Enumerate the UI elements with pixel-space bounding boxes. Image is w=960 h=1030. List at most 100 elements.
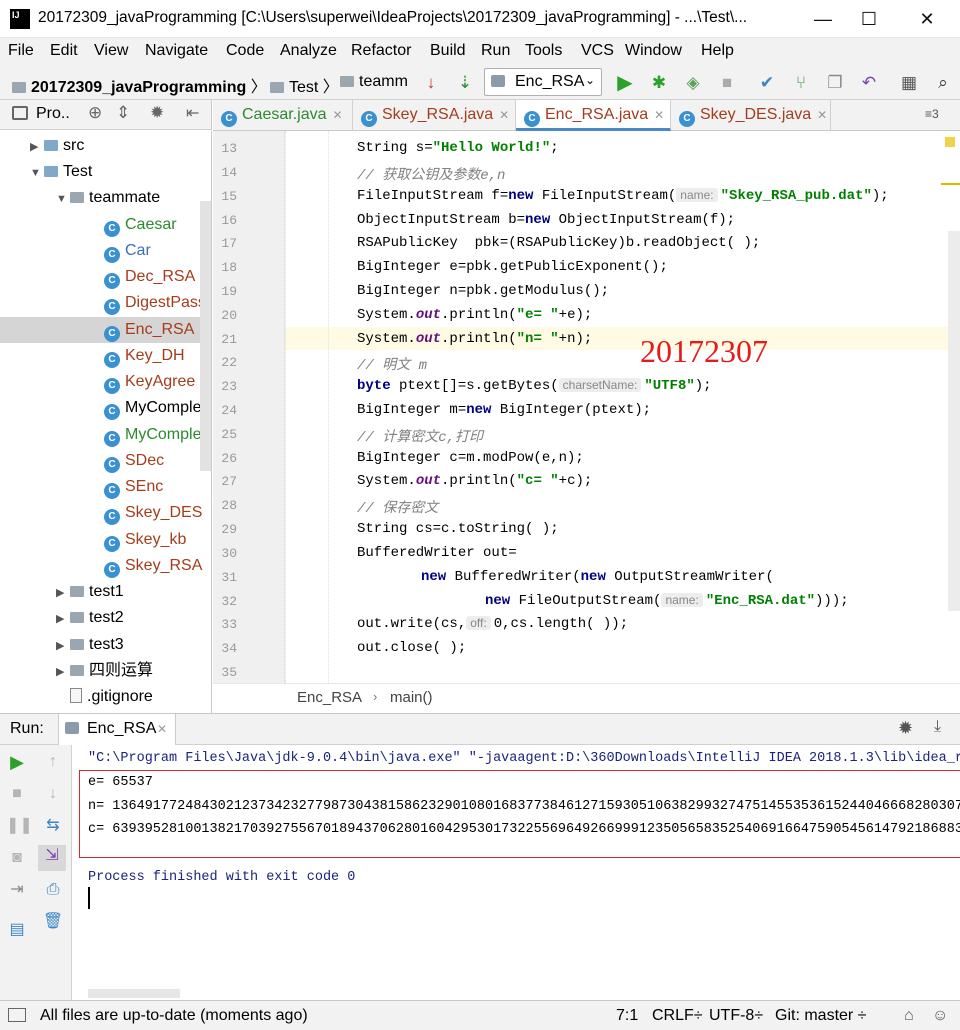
breadcrumb-project[interactable]: 20172309_javaProgramming 〉 [12, 73, 267, 97]
run-tab-enc-rsa[interactable]: Enc_RSA ✕ [58, 714, 176, 745]
tree-item-test2[interactable]: ▶ test2 [56, 605, 124, 631]
coverage-icon[interactable]: ◈ [682, 72, 704, 94]
run-icon[interactable]: ▶ [614, 72, 636, 94]
tree-item-mycomplex-test[interactable]: C MyComplex [104, 422, 209, 448]
menu-build[interactable]: Build [430, 42, 466, 60]
pause-icon[interactable]: ❚❚ [6, 815, 33, 837]
vcs-commit-icon[interactable]: ⑂ [790, 72, 812, 94]
debug-icon[interactable]: ✱ [648, 72, 670, 94]
tree-scrollbar[interactable] [200, 201, 211, 471]
close-button[interactable]: ✕ [904, 0, 950, 38]
vcs-update-icon[interactable]: ✔ [756, 72, 778, 94]
tree-item-skey-kb[interactable]: C Skey_kb [104, 527, 186, 553]
stop-icon[interactable]: ■ [6, 783, 28, 805]
tree-item-test[interactable]: ▼ Test [30, 159, 92, 185]
close-icon[interactable]: ✕ [817, 108, 827, 122]
tree-item-sizeyunsuan[interactable]: ▶ 四则运算 [56, 658, 153, 684]
tree-item-test3[interactable]: ▶ test3 [56, 632, 124, 658]
error-stripe-marker[interactable] [941, 183, 960, 185]
tab-enc-rsa[interactable]: C Enc_RSA.java ✕ [516, 100, 671, 131]
console-scrollbar[interactable] [88, 989, 180, 998]
gear-icon[interactable]: ✹ [898, 718, 913, 739]
collapse-all-icon[interactable]: ⇕ [116, 103, 130, 123]
project-panel-title[interactable]: Pro.. [36, 105, 70, 123]
lock-icon[interactable]: ⌂ [904, 1007, 914, 1025]
close-icon[interactable]: ✕ [499, 108, 509, 122]
tree-item-sdec[interactable]: C SDec [104, 448, 164, 474]
menu-vcs[interactable]: VCS [581, 42, 614, 60]
tab-caesar[interactable]: C Caesar.java ✕ [213, 100, 353, 131]
revert-icon[interactable]: ↶ [858, 72, 880, 94]
menu-window[interactable]: Window [625, 42, 682, 60]
hide-panel-icon[interactable]: ⤓ [934, 718, 941, 736]
run-configuration-select[interactable]: Enc_RSA ⌄ [484, 68, 602, 96]
tree-item-car[interactable]: C Car [104, 238, 151, 264]
download-arrow-icon[interactable]: ↓ [420, 72, 442, 94]
tree-item-enc-rsa[interactable]: C Enc_RSA [0, 317, 200, 343]
menu-tools[interactable]: Tools [525, 42, 562, 60]
print-icon[interactable]: ⎙ [42, 879, 64, 901]
menu-file[interactable]: File [8, 42, 34, 60]
breadcrumb-teammate[interactable]: teamm [340, 73, 408, 91]
scroll-up-icon[interactable]: ↑ [42, 751, 64, 773]
tree-item-gitignore[interactable]: .gitignore [56, 684, 153, 710]
menu-edit[interactable]: Edit [50, 42, 78, 60]
vcs-compare-icon[interactable]: ❐ [824, 72, 846, 94]
warning-stripe-icon[interactable] [945, 137, 955, 147]
menu-run[interactable]: Run [481, 42, 510, 60]
tree-item-test1[interactable]: ▶ test1 [56, 579, 124, 605]
tree-item-dec-rsa[interactable]: C Dec_RSA [104, 264, 195, 290]
close-icon[interactable]: ✕ [654, 108, 664, 122]
breadcrumb-method[interactable]: main() [390, 689, 433, 706]
minimize-button[interactable]: — [800, 0, 846, 38]
caret-position[interactable]: 7:1 [616, 1007, 638, 1025]
locate-icon[interactable]: ⊕ [88, 103, 102, 123]
tree-item-teammate[interactable]: ▼ teammate [56, 185, 160, 211]
tab-skey-rsa[interactable]: C Skey_RSA.java ✕ [353, 100, 516, 131]
tree-item-src[interactable]: ▶ src [30, 133, 84, 159]
hector-icon[interactable]: ☺ [932, 1007, 948, 1025]
menu-help[interactable]: Help [701, 42, 734, 60]
tree-item-mycomplex[interactable]: C MyComplex [104, 395, 209, 421]
tree-item-senc[interactable]: C SEnc [104, 474, 163, 500]
tree-item-keyagree[interactable]: C KeyAgree [104, 369, 195, 395]
maximize-button[interactable]: ☐ [846, 0, 892, 38]
tree-item-caesar[interactable]: C Caesar [104, 212, 177, 238]
tabs-overflow-button[interactable]: ≡3 [925, 107, 939, 121]
menu-view[interactable]: View [94, 42, 128, 60]
code-editor[interactable]: 13 14 15 16 17 18 19 20 21 22 23 24 25 2… [213, 131, 960, 683]
layout-icon[interactable]: ▤ [6, 919, 28, 941]
tree-item-digestpass[interactable]: C DigestPass [104, 290, 206, 316]
breadcrumb-test[interactable]: Test 〉 [270, 73, 339, 97]
scroll-to-end-icon[interactable]: ⇲ [38, 845, 66, 871]
menu-code[interactable]: Code [226, 42, 264, 60]
breadcrumb-class[interactable]: Enc_RSA [297, 689, 362, 706]
tree-item-skey-rsa[interactable]: C Skey_RSA [104, 553, 202, 579]
stop-icon[interactable]: ■ [716, 72, 738, 94]
git-branch[interactable]: Git: master ÷ [775, 1007, 866, 1025]
close-icon[interactable]: ✕ [157, 722, 167, 736]
exit-icon[interactable]: ⇥ [6, 879, 28, 901]
file-encoding[interactable]: UTF-8÷ [709, 1007, 763, 1025]
close-icon[interactable]: ✕ [333, 108, 343, 122]
dump-threads-icon[interactable]: ◙ [6, 847, 28, 869]
menu-navigate[interactable]: Navigate [145, 42, 208, 60]
soft-wrap-icon[interactable]: ⇆ [42, 815, 64, 837]
clear-all-icon[interactable]: 🗑 [42, 911, 64, 933]
sort-down-icon[interactable]: ⇣ [454, 72, 476, 94]
hide-panel-icon[interactable]: ⇤ [186, 103, 199, 123]
line-separator[interactable]: CRLF÷ [652, 1007, 703, 1025]
tree-item-skey-des[interactable]: C Skey_DES [104, 500, 202, 526]
tree-item-key-dh[interactable]: C Key_DH [104, 343, 185, 369]
rerun-icon[interactable]: ▶ [6, 751, 28, 773]
line-number: 14 [221, 165, 237, 180]
editor-scrollbar[interactable] [948, 231, 960, 611]
menu-refactor[interactable]: Refactor [351, 42, 411, 60]
scroll-down-icon[interactable]: ↓ [42, 783, 64, 805]
tab-skey-des[interactable]: C Skey_DES.java ✕ [671, 100, 831, 131]
gear-icon[interactable]: ✹ [150, 103, 164, 123]
tool-windows-icon[interactable] [8, 1008, 26, 1022]
menu-analyze[interactable]: Analyze [280, 42, 337, 60]
search-icon[interactable]: ⌕ [932, 72, 954, 94]
project-structure-icon[interactable]: ▦ [898, 72, 920, 94]
